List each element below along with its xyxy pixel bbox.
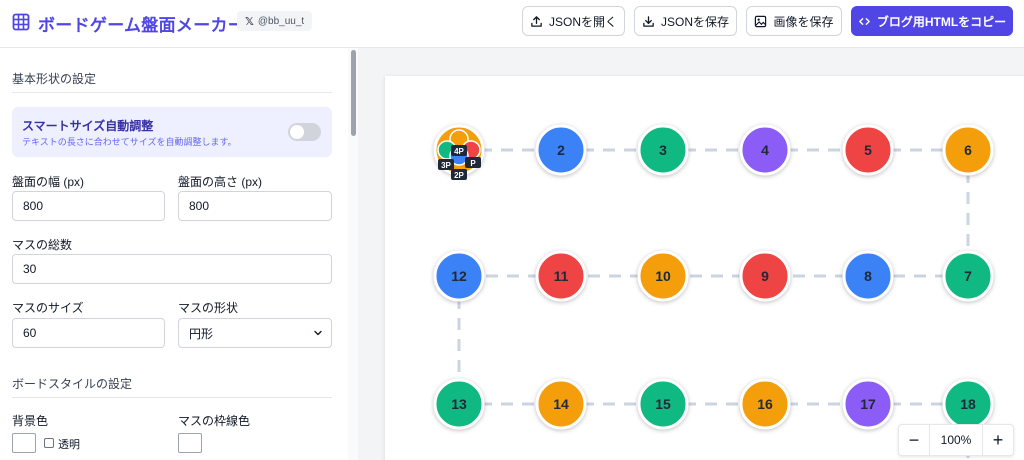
- cell-shape-value: 円形: [189, 326, 214, 341]
- cell-size-label: マスのサイズ: [12, 301, 84, 315]
- cell-number: 6: [964, 142, 972, 158]
- chevron-down-icon: [314, 330, 322, 336]
- board-cell[interactable]: 4: [739, 124, 791, 176]
- save-json-button[interactable]: JSONを保存: [634, 6, 737, 36]
- board-cell[interactable]: 8: [842, 250, 894, 302]
- save-image-button[interactable]: 画像を保存: [746, 6, 842, 36]
- cell-border-color-picker[interactable]: [178, 433, 202, 453]
- board-width-label: 盤面の幅 (px): [12, 175, 85, 189]
- save-image-label: 画像を保存: [773, 14, 834, 29]
- board-cell[interactable]: 3: [637, 124, 689, 176]
- board-cell[interactable]: 2: [535, 124, 587, 176]
- open-json-label: JSONを開く: [548, 14, 617, 29]
- cell-number: 4: [761, 142, 769, 158]
- cell-number: 5: [864, 142, 872, 158]
- transparent-label: 透明: [58, 439, 80, 451]
- bg-color-label: 背景色: [12, 414, 49, 428]
- board-cell[interactable]: 17: [842, 378, 894, 430]
- cell-number: 11: [554, 268, 569, 284]
- cell-size-input[interactable]: 60: [12, 318, 165, 348]
- cell-number: 17: [860, 396, 876, 412]
- zoom-level: 100%: [929, 425, 983, 455]
- board-cell[interactable]: 14: [535, 378, 587, 430]
- cell-shape-select[interactable]: 円形: [178, 318, 332, 348]
- board-cell[interactable]: 5: [842, 124, 894, 176]
- board-height-input[interactable]: 800: [178, 191, 332, 221]
- image-icon: [755, 15, 767, 27]
- open-json-button[interactable]: JSONを開く: [522, 6, 625, 36]
- board-cell[interactable]: 13: [433, 378, 485, 430]
- download-icon: [643, 15, 654, 27]
- cell-number: 18: [960, 396, 976, 412]
- smart-size-title: スマートサイズ自動調整: [22, 119, 154, 133]
- style-section-title: ボードスタイルの設定: [12, 377, 133, 391]
- player-label: 3P: [441, 161, 451, 170]
- cell-number: 13: [451, 396, 467, 412]
- board-canvas-area[interactable]: 2 3 4 5 6 7 8 9 10 11 12 13 14 15 16 17 18 4P 3P P 2P: [358, 48, 1024, 460]
- cell-number: 10: [655, 268, 671, 284]
- cell-number: 7: [964, 268, 972, 284]
- board-cell[interactable]: 15: [637, 378, 689, 430]
- section-divider: [12, 92, 332, 93]
- total-cells-label: マスの総数: [12, 238, 73, 252]
- player-label: 4P: [454, 147, 464, 156]
- basic-section-title: 基本形状の設定: [12, 72, 97, 86]
- cell-number: 2: [557, 142, 565, 158]
- board-cell[interactable]: 7: [942, 250, 994, 302]
- toggle-knob: [290, 125, 304, 139]
- cell-number: 12: [451, 268, 467, 284]
- board-cell[interactable]: 16: [739, 378, 791, 430]
- zoom-out-button[interactable]: −: [899, 425, 929, 455]
- transparent-checkbox[interactable]: [44, 438, 54, 448]
- board-svg: 2 3 4 5 6 7 8 9 10 11 12 13 14 15 16 17 18 4P3P P 2P: [433, 124, 994, 460]
- zoom-in-button[interactable]: +: [983, 425, 1013, 455]
- player-label: P: [470, 159, 476, 168]
- cell-border-color-label: マスの枠線色: [178, 414, 251, 428]
- cell-shape-label: マスの形状: [178, 301, 239, 315]
- board-cell[interactable]: 6: [942, 124, 994, 176]
- copy-html-label: ブログ用HTMLをコピー: [876, 14, 1007, 29]
- code-icon: [858, 17, 870, 25]
- cell-number: 16: [757, 396, 773, 412]
- board-cell[interactable]: 18: [942, 378, 994, 430]
- board-width-input[interactable]: 800: [12, 191, 165, 221]
- x-logo-icon: 𝕏: [245, 15, 254, 28]
- board-cell[interactable]: 12: [433, 250, 485, 302]
- bg-color-picker[interactable]: [12, 433, 36, 453]
- total-cells-input[interactable]: 30: [12, 254, 332, 284]
- board-cell[interactable]: 10: [637, 250, 689, 302]
- save-json-label: JSONを保存: [660, 14, 729, 29]
- grid-icon: [12, 13, 30, 31]
- cell-number: 15: [655, 396, 671, 412]
- player-label: 2P: [454, 171, 464, 180]
- smart-size-toggle[interactable]: [288, 123, 321, 141]
- sidebar-scrollbar-thumb[interactable]: [351, 50, 356, 136]
- x-handle-link[interactable]: 𝕏 @bb_uu_t: [237, 11, 313, 31]
- app-header: ボードゲーム盤面メーカー 𝕏 @bb_uu_t JSONを開く JSONを保存 …: [0, 0, 1024, 48]
- smart-size-description: テキストの長さに合わせてサイズを自動調整します。: [22, 137, 237, 147]
- game-board[interactable]: 2 3 4 5 6 7 8 9 10 11 12 13 14 15 16 17 18 4P 3P P 2P: [385, 76, 1024, 460]
- x-handle-label: @bb_uu_t: [257, 15, 305, 27]
- cell-number: 8: [864, 268, 872, 284]
- zoom-control: − 100% +: [898, 424, 1014, 456]
- app-title: ボードゲーム盤面メーカー: [38, 16, 246, 35]
- board-cell[interactable]: 9: [739, 250, 791, 302]
- cell-number: 9: [761, 268, 769, 284]
- copy-html-button[interactable]: ブログ用HTMLをコピー: [851, 6, 1013, 36]
- cell-number: 3: [659, 142, 667, 158]
- board-cell[interactable]: 11: [535, 250, 587, 302]
- cell-number: 14: [553, 396, 569, 412]
- board-height-label: 盤面の高さ (px): [178, 175, 263, 189]
- section-divider: [12, 397, 332, 398]
- upload-icon: [531, 15, 542, 27]
